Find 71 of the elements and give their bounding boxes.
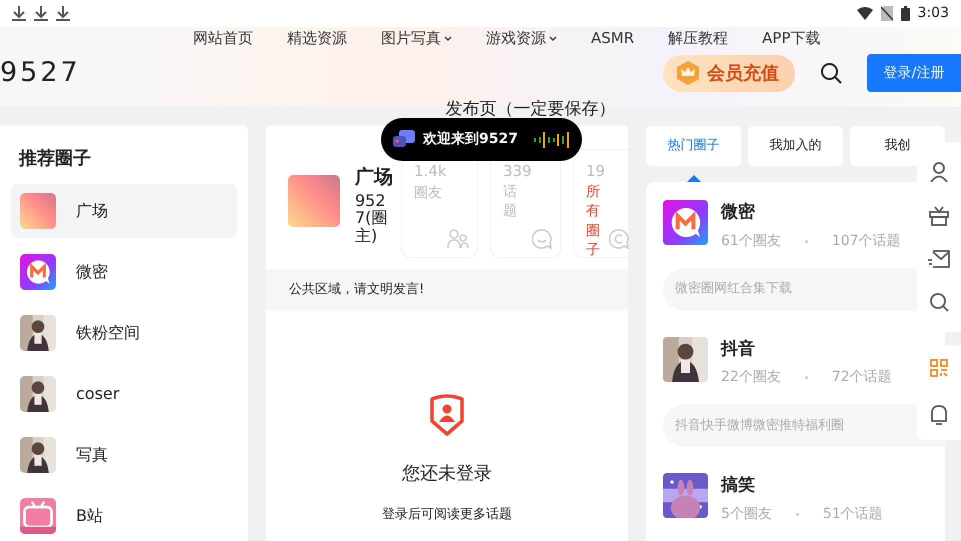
- mail-icon[interactable]: [928, 250, 950, 268]
- app-logo-icon: [20, 254, 56, 290]
- site-logo[interactable]: 9527: [0, 52, 81, 94]
- separator-dot: [804, 240, 808, 242]
- bell-icon[interactable]: [930, 404, 948, 426]
- circle-avatar: [288, 175, 340, 227]
- download-icon: [56, 6, 70, 21]
- member-count: 5个圈友: [721, 504, 772, 524]
- user-icon[interactable]: [930, 162, 948, 182]
- download-icon: [34, 6, 48, 21]
- circle-avatar: [20, 193, 56, 229]
- sidebar-item[interactable]: coser: [11, 367, 237, 421]
- sidebar-item[interactable]: 微密: [11, 245, 237, 299]
- nav-link[interactable]: 游戏资源: [486, 26, 557, 50]
- toast-text: 欢迎来到9527: [423, 130, 518, 149]
- battery-icon: [900, 6, 910, 21]
- sidebar-item[interactable]: 铁粉空间: [11, 306, 237, 360]
- circle-name: 广场: [355, 165, 393, 190]
- topic-count: 51个话题: [822, 504, 883, 524]
- chat-icon: [393, 130, 415, 150]
- nav-link[interactable]: 解压教程: [668, 26, 728, 50]
- nav-link[interactable]: 图片写真: [381, 26, 452, 50]
- tab[interactable]: 我加入的: [748, 126, 843, 166]
- circle-name[interactable]: 微密: [721, 200, 901, 226]
- nav-link[interactable]: APP下载: [762, 26, 821, 50]
- search-icon[interactable]: [929, 292, 949, 312]
- topic-count: 72个话题: [832, 368, 892, 387]
- app-logo-icon: [20, 498, 56, 534]
- caret-icon: [444, 36, 452, 42]
- sidebar-item[interactable]: 写真: [11, 428, 237, 482]
- nav-link[interactable]: 精选资源: [287, 26, 347, 50]
- topic-count: 107个话题: [832, 232, 901, 250]
- stat-value: 1.4k: [414, 161, 448, 182]
- caret-icon: [549, 36, 557, 42]
- member-count: 61个圈友: [721, 232, 781, 250]
- stat-label: 所有圈子: [586, 182, 600, 260]
- stat-value: 19: [586, 161, 606, 182]
- circle-name[interactable]: 搞笑: [721, 473, 883, 498]
- chat-bubble-icon: [609, 229, 629, 249]
- nav-link[interactable]: ASMR: [591, 26, 634, 50]
- login-prompt-subtitle: 登录后可阅读更多话题: [382, 506, 512, 524]
- login-prompt-title: 您还未登录: [402, 462, 492, 486]
- chat-bubble-icon: [532, 229, 552, 249]
- stat-value: 339: [503, 161, 533, 182]
- no-sim-icon: [880, 6, 893, 21]
- notice-bar: 公共区域，请文明发言!: [266, 269, 628, 310]
- search-icon[interactable]: [820, 62, 842, 84]
- gift-icon[interactable]: [929, 206, 949, 226]
- stat-label: 圈友: [414, 184, 443, 202]
- nav-link[interactable]: 网站首页: [193, 26, 253, 50]
- stat-label: 话题: [503, 182, 517, 222]
- page-title: 发布页（一定要保存）: [446, 99, 616, 119]
- shield-user-icon: [430, 394, 464, 436]
- wifi-icon: [856, 7, 873, 20]
- sidebar-item[interactable]: 广场: [11, 184, 237, 238]
- login-register-button[interactable]: 登录/注册: [867, 54, 961, 92]
- app-logo-icon: [663, 200, 708, 245]
- download-icon: [12, 6, 26, 21]
- sound-wave-icon: [534, 132, 570, 148]
- people-icon: [447, 229, 469, 249]
- crown-icon: [675, 60, 701, 86]
- sidebar-item[interactable]: B站: [11, 489, 237, 541]
- description-bubble: 抖音快手微博微密推特福利圈: [663, 404, 945, 447]
- clock: 3:03: [918, 4, 949, 23]
- separator-dot: [796, 512, 799, 516]
- circle-name[interactable]: 抖音: [721, 336, 892, 362]
- sidebar-title: 推荐圈子: [18, 147, 92, 171]
- member-count: 22个圈友: [721, 368, 781, 387]
- tab[interactable]: 热门圈子: [646, 126, 741, 166]
- circle-owner: 9527(圈主): [355, 192, 388, 244]
- separator-dot: [804, 376, 808, 379]
